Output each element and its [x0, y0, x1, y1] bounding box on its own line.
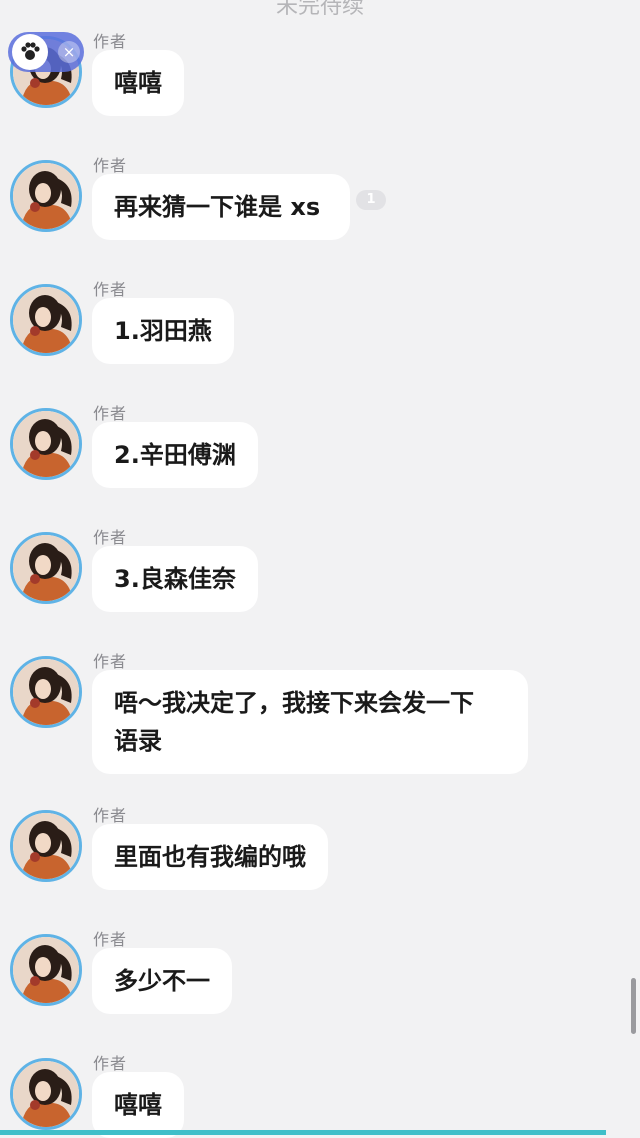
- scrollbar[interactable]: [631, 978, 636, 1034]
- message-bubble[interactable]: 3.良森佳奈: [92, 546, 258, 612]
- avatar[interactable]: [10, 810, 82, 882]
- progress-bar: [0, 1130, 606, 1135]
- message-bubble[interactable]: 里面也有我编的哦: [92, 824, 328, 890]
- author-label: 作者: [93, 404, 128, 423]
- close-icon[interactable]: ×: [58, 41, 80, 63]
- message-bubble[interactable]: 再来猜一下谁是 xs: [92, 174, 350, 240]
- comment-count-badge[interactable]: 1: [356, 190, 386, 210]
- author-label: 作者: [93, 528, 128, 547]
- avatar[interactable]: [10, 656, 82, 728]
- author-label: 作者: [93, 806, 128, 825]
- author-label: 作者: [93, 1054, 128, 1073]
- author-label: 作者: [93, 156, 128, 175]
- paw-icon[interactable]: [12, 34, 48, 70]
- chapter-title: 未完待续: [275, 0, 364, 19]
- message-line: 语录: [114, 727, 162, 755]
- avatar[interactable]: [10, 408, 82, 480]
- author-label: 作者: [93, 930, 128, 949]
- avatar[interactable]: [10, 934, 82, 1006]
- message-bubble[interactable]: 多少不一: [92, 948, 232, 1014]
- author-label: 作者: [93, 32, 128, 51]
- avatar[interactable]: [10, 284, 82, 356]
- message-bubble[interactable]: 嘻嘻: [92, 1072, 184, 1138]
- avatar[interactable]: [10, 1058, 82, 1130]
- avatar[interactable]: [10, 532, 82, 604]
- message-bubble[interactable]: 2.辛田傅渊: [92, 422, 258, 488]
- message-line: 唔～我决定了，我接下来会发一下: [114, 689, 474, 717]
- message-bubble[interactable]: 1.羽田燕: [92, 298, 234, 364]
- message-bubble[interactable]: 嘻嘻: [92, 50, 184, 116]
- message-bubble[interactable]: 唔～我决定了，我接下来会发一下 语录: [92, 670, 528, 774]
- author-label: 作者: [93, 652, 128, 671]
- author-label: 作者: [93, 280, 128, 299]
- floating-widget[interactable]: ×: [8, 32, 84, 72]
- avatar[interactable]: [10, 160, 82, 232]
